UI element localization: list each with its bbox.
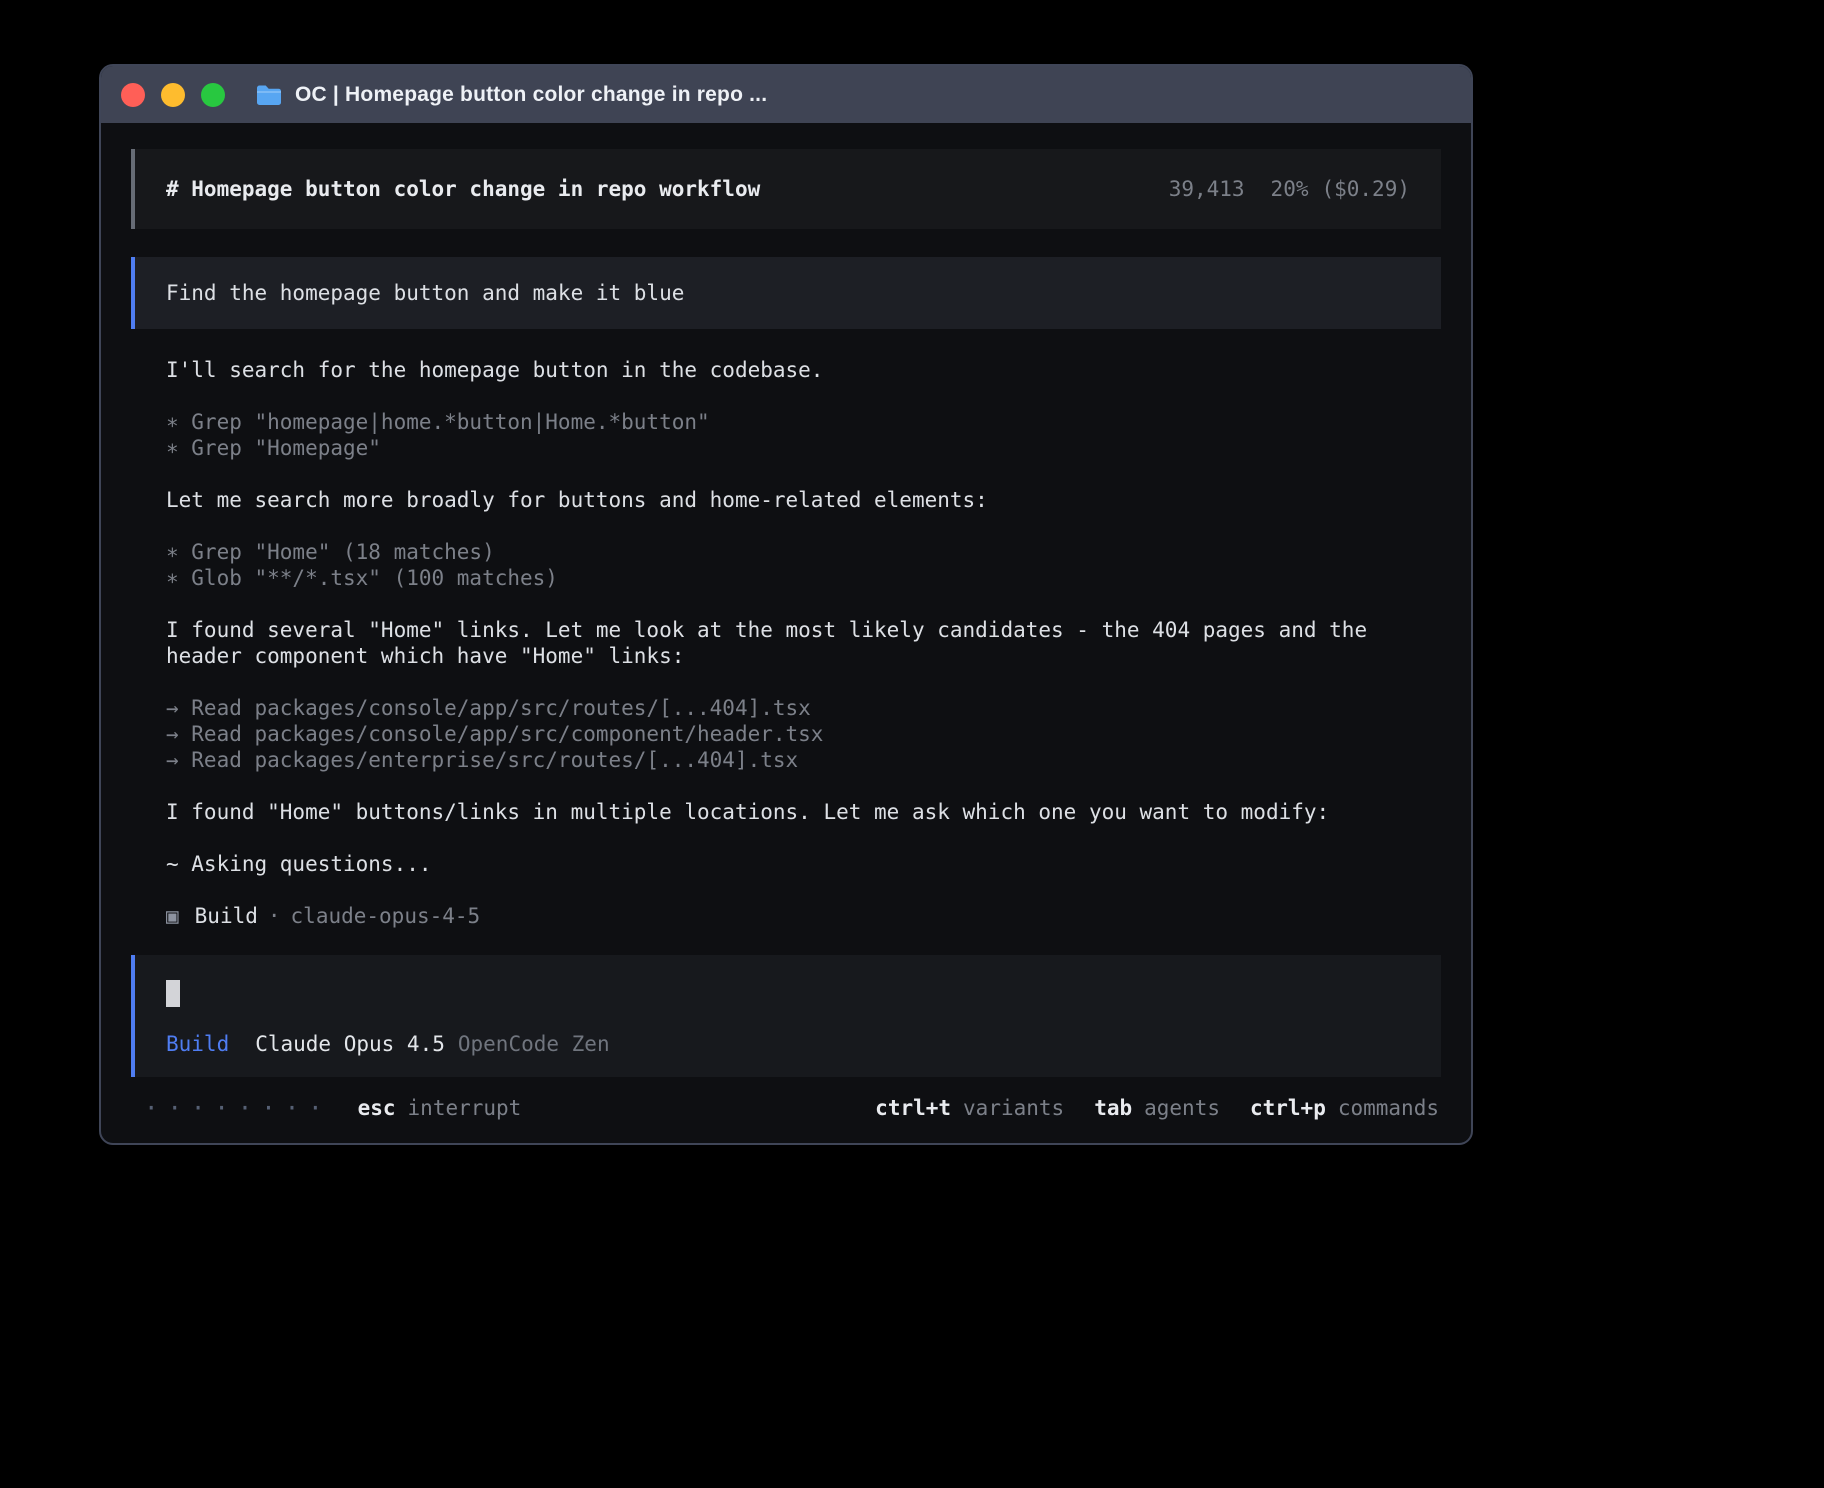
minimize-button[interactable] xyxy=(161,83,185,107)
terminal-content: # Homepage button color change in repo w… xyxy=(101,123,1471,1121)
assistant-text: I found "Home" buttons/links in multiple… xyxy=(166,799,1438,825)
session-stats: 39,413 20% ($0.29) xyxy=(1169,176,1410,202)
agent-icon: ▣ xyxy=(166,904,179,928)
tool-call-group: ∗ Grep "Home" (18 matches)∗ Glob "**/*.t… xyxy=(166,539,1441,591)
model-label: Claude Opus 4.5 xyxy=(255,1032,445,1056)
input-meta: Build Claude Opus 4.5 OpenCode Zen xyxy=(166,1031,1410,1057)
agent-name: Build xyxy=(195,904,258,928)
tool-call-group: ∗ Grep "homepage|home.*button|Home.*butt… xyxy=(166,409,1441,461)
statusbar-left: ········ esc interrupt xyxy=(144,1095,521,1121)
terminal-window: OC | Homepage button color change in rep… xyxy=(99,64,1473,1145)
traffic-lights xyxy=(121,83,225,107)
shortcut-label: variants xyxy=(963,1095,1064,1121)
provider-label: OpenCode Zen xyxy=(458,1032,610,1056)
shortcut-label: commands xyxy=(1338,1095,1439,1121)
assistant-text: I found several "Home" links. Let me loo… xyxy=(166,617,1438,669)
agent-status-line: ▣ Build · claude-opus-4-5 xyxy=(166,903,1441,929)
shortcut-hint: tab agents xyxy=(1094,1095,1220,1121)
separator-dot: · xyxy=(268,904,281,928)
assistant-text: ~ Asking questions... xyxy=(166,851,1438,877)
session-header: # Homepage button color change in repo w… xyxy=(131,149,1441,229)
text-cursor xyxy=(166,980,180,1007)
tool-call-line: ∗ Grep "homepage|home.*button|Home.*butt… xyxy=(166,409,1441,435)
token-count: 39,413 xyxy=(1169,176,1245,202)
assistant-text: Let me search more broadly for buttons a… xyxy=(166,487,1438,513)
session-cost: ($0.29) xyxy=(1321,176,1410,202)
window-title: OC | Homepage button color change in rep… xyxy=(295,83,767,107)
tool-call-group: → Read packages/console/app/src/routes/[… xyxy=(166,695,1441,773)
tool-call-line: ∗ Grep "Home" (18 matches) xyxy=(166,539,1441,565)
esc-key-label: interrupt xyxy=(408,1095,522,1121)
shortcut-hint: ctrl+t variants xyxy=(875,1095,1064,1121)
tool-call-line: ∗ Grep "Homepage" xyxy=(166,435,1441,461)
agent-model: claude-opus-4-5 xyxy=(291,904,481,928)
user-message: Find the homepage button and make it blu… xyxy=(131,257,1441,329)
esc-key-hint: esc xyxy=(358,1095,396,1121)
assistant-text: I'll search for the homepage button in t… xyxy=(166,357,1438,383)
close-button[interactable] xyxy=(121,83,145,107)
shortcut-label: agents xyxy=(1144,1095,1220,1121)
tool-call-line: → Read packages/enterprise/src/routes/[.… xyxy=(166,747,1441,773)
tool-call-line: ∗ Glob "**/*.tsx" (100 matches) xyxy=(166,565,1441,591)
session-title: # Homepage button color change in repo w… xyxy=(166,176,760,202)
prompt-input[interactable]: Build Claude Opus 4.5 OpenCode Zen xyxy=(131,955,1441,1077)
transcript: I'll search for the homepage button in t… xyxy=(131,357,1441,929)
spinner-dots: ········ xyxy=(144,1095,332,1121)
statusbar: ········ esc interrupt ctrl+t variants tab… xyxy=(131,1095,1441,1121)
shortcut-key: ctrl+p xyxy=(1250,1095,1326,1121)
zoom-button[interactable] xyxy=(201,83,225,107)
folder-icon xyxy=(255,83,283,106)
shortcut-key: ctrl+t xyxy=(875,1095,951,1121)
agent-mode-label: Build xyxy=(166,1032,229,1056)
shortcut-key: tab xyxy=(1094,1095,1132,1121)
shortcut-hint: ctrl+p commands xyxy=(1250,1095,1439,1121)
user-message-text: Find the homepage button and make it blu… xyxy=(166,281,684,305)
statusbar-shortcuts: ctrl+t variants tab agents ctrl+p commands xyxy=(875,1095,1439,1121)
tool-call-line: → Read packages/console/app/src/routes/[… xyxy=(166,695,1441,721)
context-percent: 20% xyxy=(1271,176,1309,202)
titlebar: OC | Homepage button color change in rep… xyxy=(101,66,1471,123)
tool-call-line: → Read packages/console/app/src/componen… xyxy=(166,721,1441,747)
